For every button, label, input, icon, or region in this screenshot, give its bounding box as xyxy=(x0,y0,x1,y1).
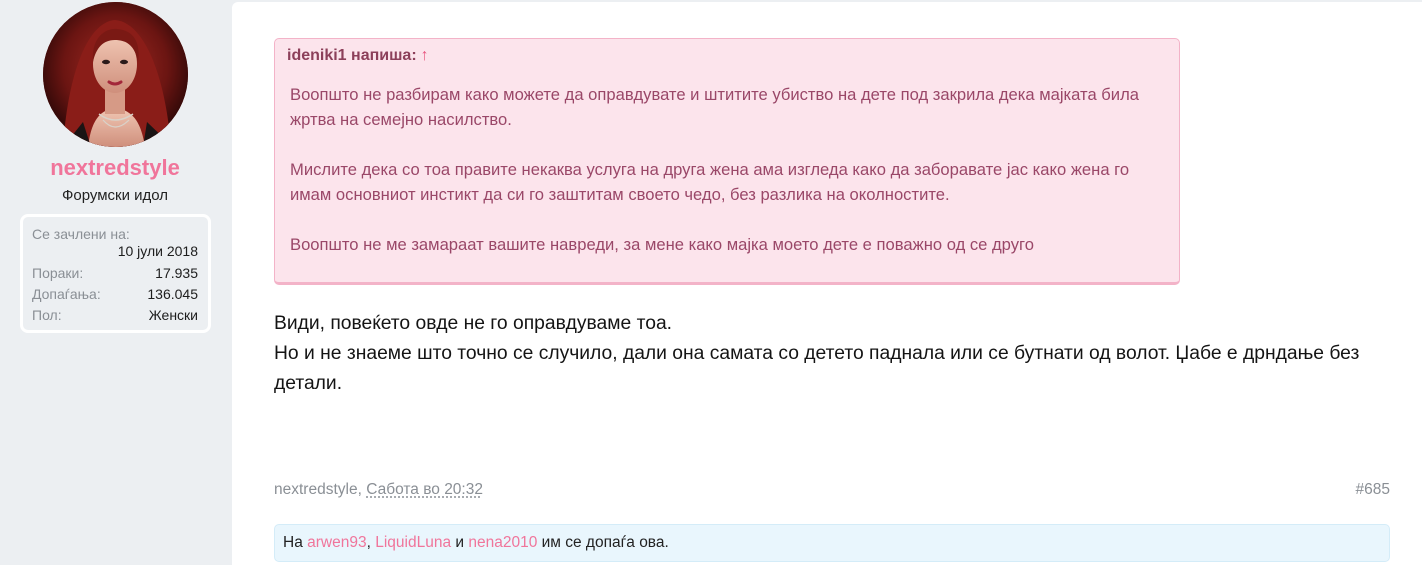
stat-likes-row: Допаѓања: 136.045 xyxy=(32,284,198,305)
quote-header: ideniki1 напиша: ↑ xyxy=(287,45,1167,67)
user-title: Форумски идол xyxy=(61,187,169,204)
liker-link[interactable]: nena2010 xyxy=(468,534,537,551)
message-line: Но и не знаеме што точно се случило, дал… xyxy=(274,343,1360,394)
likes-suffix: им се допаѓа ова. xyxy=(537,534,669,551)
stat-gender-label: Пол: xyxy=(32,307,62,323)
liker-link[interactable]: arwen93 xyxy=(307,534,366,551)
stat-joined-row: Се зачлени на: xyxy=(32,225,198,243)
stat-likes-value: 136.045 xyxy=(147,286,198,302)
quote-content: Воопшто не разбирам како можете да оправ… xyxy=(287,82,1167,257)
message-line: Види, повеќето овде не го оправдуваме то… xyxy=(274,313,673,334)
post-body: ideniki1 напиша: ↑ Воопшто не разбирам ка… xyxy=(232,2,1422,565)
likes-separator: и xyxy=(451,534,469,551)
stat-joined-label: Се зачлени на: xyxy=(32,226,130,242)
likes-separator: , xyxy=(366,534,376,551)
user-avatar[interactable] xyxy=(43,2,188,147)
post-author-date: nextredstyle, Сабота во 20:32 xyxy=(274,481,483,499)
likes-bar: На arwen93, LiquidLuna и nena2010 им се … xyxy=(274,524,1390,562)
avatar-portrait-icon xyxy=(43,2,188,147)
post-message: Види, повеќето овде не го оправдуваме то… xyxy=(274,309,1384,399)
quote-paragraph: Воопшто не разбирам како можете да оправ… xyxy=(290,85,1139,129)
liker-link[interactable]: LiquidLuna xyxy=(375,534,451,551)
user-panel: nextredstyle Форумски идол Се зачлени на… xyxy=(0,0,232,565)
quote-paragraph: Мислите дека со тоа правите некаква услу… xyxy=(290,160,1130,204)
quote-author-link[interactable]: ideniki1 напиша: xyxy=(287,47,417,64)
meta-separator: , xyxy=(357,481,367,498)
quote-paragraph: Воопшто не ме замараат вашите навреди, з… xyxy=(290,235,1034,254)
stat-gender-row: Пол: Женски xyxy=(32,305,198,326)
stat-posts-value: 17.935 xyxy=(155,265,198,281)
post-author-link[interactable]: nextredstyle xyxy=(274,481,358,498)
user-name-link[interactable]: nextredstyle xyxy=(0,155,230,181)
likes-prefix: На xyxy=(283,534,308,551)
post-number-link[interactable]: #685 xyxy=(1356,481,1390,499)
arrow-up-icon[interactable]: ↑ xyxy=(421,47,429,64)
stat-likes-label: Допаѓања: xyxy=(32,286,101,302)
user-stats-box: Се зачлени на: 10 јули 2018 Пораки: 17.9… xyxy=(20,214,211,333)
stat-joined-value: 10 јули 2018 xyxy=(117,243,198,259)
post-date-link[interactable]: Сабота во 20:32 xyxy=(366,481,483,498)
stat-posts-row: Пораки: 17.935 xyxy=(32,263,198,284)
stat-gender-value: Женски xyxy=(148,307,198,323)
stat-posts-label: Пораки: xyxy=(32,265,84,281)
quote-block: ideniki1 напиша: ↑ Воопшто не разбирам ка… xyxy=(274,38,1180,285)
post-meta: nextredstyle, Сабота во 20:32 #685 xyxy=(274,481,1390,499)
